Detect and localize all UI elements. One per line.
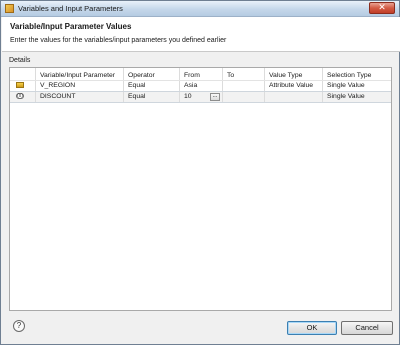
table-row[interactable]: V_REGION Equal Asia Attribute Value Sing… (10, 81, 391, 91)
ok-button[interactable]: OK (287, 321, 337, 335)
cell-from-value[interactable]: 10 (184, 93, 192, 100)
cell-name[interactable]: DISCOUNT (36, 92, 124, 102)
cell-to[interactable] (223, 81, 265, 91)
window-title: Variables and Input Parameters (18, 4, 123, 13)
variable-icon (16, 82, 24, 89)
cell-operator[interactable]: Equal (124, 81, 180, 91)
parameters-table: Variable/Input Parameter Operator From T… (9, 67, 392, 311)
title-bar: Variables and Input Parameters ✕ (1, 1, 399, 17)
column-header-to[interactable]: To (223, 68, 265, 80)
column-header-value-type[interactable]: Value Type (265, 68, 323, 80)
cell-from[interactable]: Asia (180, 81, 223, 91)
page-subtitle: Enter the values for the variables/input… (10, 37, 227, 44)
cell-value-type (265, 92, 323, 102)
header-panel: Variable/Input Parameter Values Enter th… (2, 17, 400, 52)
table-row[interactable]: (x) DISCOUNT Equal 10 ... Single Value (10, 91, 391, 103)
cancel-button[interactable]: Cancel (341, 321, 393, 335)
page-title: Variable/Input Parameter Values (10, 22, 132, 31)
browse-values-button[interactable]: ... (210, 93, 220, 101)
column-header-from[interactable]: From (180, 68, 223, 80)
column-header-operator[interactable]: Operator (124, 68, 180, 80)
input-parameter-icon: (x) (16, 93, 24, 100)
cell-selection-type[interactable]: Single Value (323, 81, 391, 91)
cell-from[interactable]: 10 ... (180, 92, 223, 102)
column-header-icon (10, 68, 36, 80)
dialog-window: Variables and Input Parameters ✕ Variabl… (0, 0, 400, 345)
close-button[interactable]: ✕ (369, 2, 395, 14)
help-icon[interactable]: ? (13, 320, 25, 332)
cell-value-type: Attribute Value (265, 81, 323, 91)
details-label: Details (9, 57, 31, 64)
cell-to[interactable] (223, 92, 265, 102)
cell-operator[interactable]: Equal (124, 92, 180, 102)
column-header-variable[interactable]: Variable/Input Parameter (36, 68, 124, 80)
app-icon (5, 4, 14, 13)
cell-selection-type[interactable]: Single Value (323, 92, 391, 102)
table-header-row: Variable/Input Parameter Operator From T… (10, 68, 391, 81)
cell-name[interactable]: V_REGION (36, 81, 124, 91)
column-header-selection-type[interactable]: Selection Type (323, 68, 391, 80)
